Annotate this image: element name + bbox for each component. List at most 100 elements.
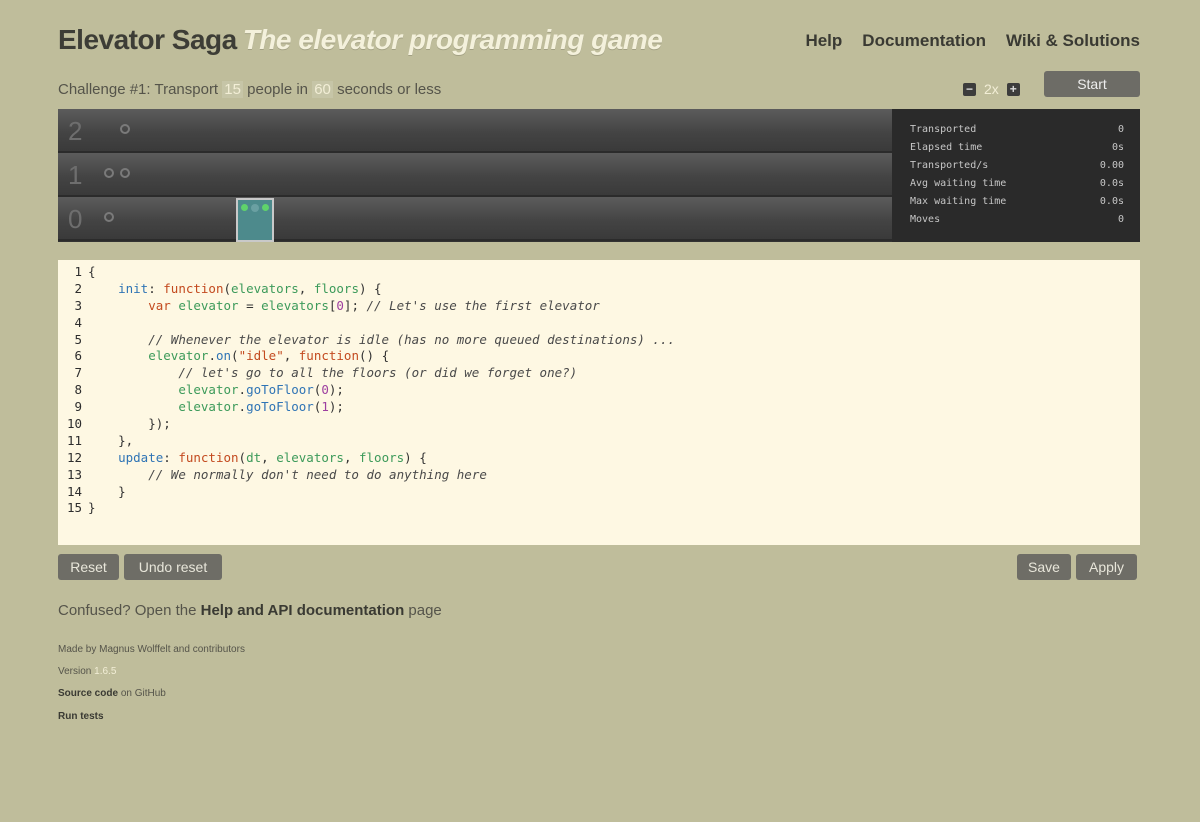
stat-label: Moves [910,214,941,225]
stat-row: Avg waiting time 0.0s [910,175,1124,193]
version-number: 1.6.5 [94,666,117,677]
floor-call-down-button-icon[interactable] [120,168,130,178]
code-line[interactable]: 8 elevator.goToFloor(0); [58,382,1140,399]
stat-label: Avg waiting time [910,178,1007,189]
line-number: 11 [66,432,82,448]
code-text[interactable]: var elevator = elevators[0]; // Let's us… [88,298,600,315]
floor-call-up-button-icon[interactable] [104,168,114,178]
code-line[interactable]: 1{ [58,264,1140,281]
code-line[interactable]: 2 init: function(elevators, floors) { [58,281,1140,298]
code-text[interactable]: } [88,484,126,501]
source-code-link[interactable]: Source code [58,688,118,699]
code-text[interactable]: init: function(elevators, floors) { [88,281,381,298]
floor-call-button-icon[interactable] [120,124,130,134]
code-editor[interactable]: 1{2 init: function(elevators, floors) {3… [58,260,1140,545]
code-text[interactable]: elevator.goToFloor(1); [88,399,344,416]
line-number: 9 [74,399,82,415]
minus-icon[interactable]: − [963,82,976,96]
help-docs-link[interactable]: Help and API documentation [201,602,405,619]
stat-row: Elapsed time 0s [910,139,1124,157]
code-text[interactable]: } [88,500,96,517]
stat-label: Transported/s [910,160,989,171]
code-line[interactable]: 6 elevator.on("idle", function() { [58,348,1140,365]
help-prefix: Confused? Open the [58,602,197,619]
speed-value: 2x [984,81,999,97]
code-text[interactable]: // Whenever the elevator is idle (has no… [88,332,675,349]
reset-button[interactable]: Reset [58,554,119,580]
challenge-prefix: Challenge #1: Transport [58,81,219,98]
nav-wiki-link[interactable]: Wiki & Solutions [1006,31,1140,51]
undo-reset-button[interactable]: Undo reset [124,554,222,580]
save-button[interactable]: Save [1017,554,1071,580]
code-line[interactable]: 3 var elevator = elevators[0]; // Let's … [58,298,1140,315]
stat-value: 0s [1111,142,1124,153]
version-label: Version [58,666,92,677]
code-line[interactable]: 15} [58,500,1140,517]
plus-icon[interactable]: + [1006,82,1020,96]
code-line[interactable]: 7 // let's go to all the floors (or did … [58,365,1140,382]
nav-documentation-link[interactable]: Documentation [862,31,986,51]
stat-value: 0 [1117,124,1124,135]
floor-row: 1 [58,153,892,197]
help-prompt: Confused? Open the Help and API document… [58,602,442,619]
line-number: 10 [66,416,82,432]
line-number: 14 [66,483,82,499]
code-text[interactable]: update: function(dt, elevators, floors) … [88,450,427,467]
line-number: 8 [74,382,82,398]
start-button[interactable]: Start [1044,71,1140,97]
elevator-down-indicator-icon [262,204,269,211]
code-line[interactable]: 9 elevator.goToFloor(1); [58,399,1140,416]
challenge-seconds: 60 [312,81,333,98]
code-text[interactable]: elevator.goToFloor(0); [88,382,344,399]
code-line[interactable]: 10 }); [58,416,1140,433]
app-title: Elevator Saga The elevator programming ga… [58,24,663,56]
code-line[interactable]: 14 } [58,484,1140,501]
line-number: 7 [74,365,82,381]
nav-help-link[interactable]: Help [805,31,842,51]
source-suffix: on GitHub [120,688,166,699]
speed-control: − 2x + [963,81,1020,97]
elevator-world: 2 1 0 Transported 0 Elapsed time 0s Transp… [58,109,1140,242]
elevator-up-indicator-icon [241,204,248,211]
line-number: 5 [74,331,82,347]
line-number: 1 [74,264,82,279]
stat-value: 0.0s [1099,178,1124,189]
code-text[interactable]: // let's go to all the floors (or did we… [88,365,577,382]
stat-row: Max waiting time 0.0s [910,193,1124,211]
code-line[interactable]: 12 update: function(dt, elevators, floor… [58,450,1140,467]
code-line[interactable]: 4 [58,315,1140,332]
apply-button[interactable]: Apply [1076,554,1137,580]
stat-row: Transported 0 [910,121,1124,139]
code-line[interactable]: 13 // We normally don't need to do anyth… [58,467,1140,484]
floor-call-button-icon[interactable] [104,212,114,222]
challenge-suffix: seconds or less [337,81,442,98]
code-text[interactable]: { [88,264,96,281]
code-text[interactable]: }, [88,433,133,450]
floor-row: 0 [58,197,892,241]
code-line[interactable]: 11 }, [58,433,1140,450]
line-number: 2 [74,280,82,296]
stat-label: Max waiting time [910,196,1007,207]
stat-value: 0 [1117,214,1124,225]
code-text[interactable]: elevator.on("idle", function() { [88,348,389,365]
stat-value: 0.00 [1099,160,1124,171]
run-tests-link[interactable]: Run tests [58,711,104,722]
line-number: 13 [66,466,82,482]
code-line[interactable]: 5 // Whenever the elevator is idle (has … [58,332,1140,349]
code-text[interactable]: // We normally don't need to do anything… [88,467,487,484]
stats-panel: Transported 0 Elapsed time 0s Transported/… [892,109,1140,242]
elevator-floor-indicator-icon [251,204,259,212]
title-text: Elevator Saga [58,24,237,55]
floor-number: 0 [68,204,83,234]
line-number: 15 [66,500,82,516]
code-text[interactable]: }); [88,416,171,433]
line-number: 3 [74,297,82,313]
stat-label: Transported [910,124,977,135]
line-number: 12 [66,449,82,465]
footer-source: Source code on GitHub [58,688,166,699]
footer-version: Version 1.6.5 [58,666,116,677]
floor-number: 1 [68,160,83,190]
stat-row: Moves 0 [910,211,1124,229]
line-number: 4 [74,314,82,330]
app-subtitle: The elevator programming game [242,24,663,55]
